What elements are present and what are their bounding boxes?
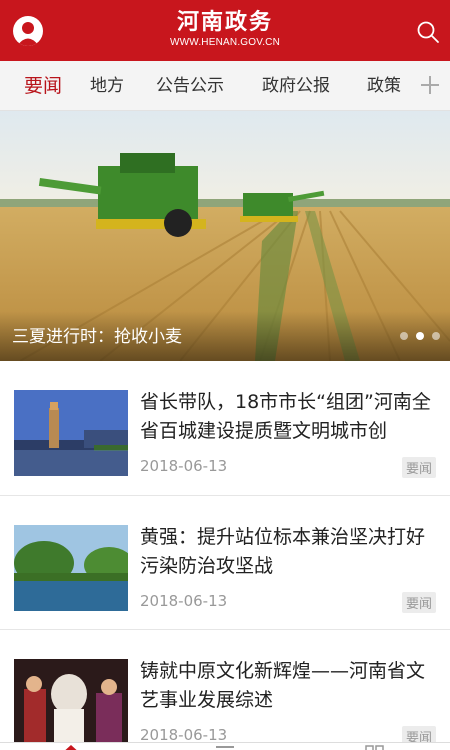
home-icon[interactable]	[60, 744, 82, 750]
news-category-tag: 要闻	[401, 592, 436, 613]
carousel-indicator	[400, 332, 440, 340]
news-item[interactable]: 省长带队，18市市长“组团”河南全省百城建设提质暨文明城市创 2018-06-1…	[0, 361, 450, 495]
app-header: 河南政务 WWW.HENAN.GOV.CN	[0, 0, 450, 61]
news-item[interactable]: 黄强：提升站位标本兼治坚决打好污染防治攻坚战 2018-06-13 要闻	[0, 495, 450, 629]
tab-difang[interactable]: 地方	[90, 61, 124, 111]
tab-yaowen[interactable]: 要闻	[24, 61, 62, 111]
news-thumbnail	[14, 390, 128, 476]
banner-caption: 三夏进行时：抢收小麦	[12, 327, 182, 347]
grid-icon[interactable]	[364, 744, 386, 750]
news-thumbnail	[14, 525, 128, 611]
news-date: 2018-06-13	[140, 592, 228, 610]
news-list: 省长带队，18市市长“组团”河南全省百城建设提质暨文明城市创 2018-06-1…	[0, 361, 450, 750]
news-item[interactable]: 铸就中原文化新辉煌——河南省文艺事业发展综述 2018-06-13 要闻	[0, 629, 450, 750]
search-icon[interactable]	[416, 20, 440, 44]
news-thumbnail	[14, 659, 128, 745]
carousel-dot	[432, 332, 440, 340]
news-category-tag: 要闻	[401, 457, 436, 478]
list-icon[interactable]	[214, 744, 236, 750]
bottom-navigation	[0, 742, 450, 750]
add-tab-icon[interactable]	[418, 73, 442, 97]
app-title: 河南政务	[176, 9, 273, 35]
carousel-dot	[400, 332, 408, 340]
tab-gonggao[interactable]: 公告公示	[156, 61, 224, 111]
category-tabs: 要闻 地方 公告公示 政府公报 政策	[0, 61, 450, 111]
news-title: 省长带队，18市市长“组团”河南全省百城建设提质暨文明城市创	[140, 391, 431, 442]
app-brand: 河南政务 WWW.HENAN.GOV.CN	[0, 8, 450, 49]
carousel-dot-active	[416, 332, 424, 340]
app-url: WWW.HENAN.GOV.CN	[169, 37, 281, 48]
news-date: 2018-06-13	[140, 457, 228, 475]
tab-zhengce[interactable]: 政策	[367, 61, 401, 111]
tab-gongbao[interactable]: 政府公报	[262, 61, 330, 111]
news-title: 黄强：提升站位标本兼治坚决打好污染防治攻坚战	[140, 526, 426, 577]
featured-carousel[interactable]: 三夏进行时：抢收小麦	[0, 111, 450, 361]
news-title: 铸就中原文化新辉煌——河南省文艺事业发展综述	[140, 660, 426, 711]
